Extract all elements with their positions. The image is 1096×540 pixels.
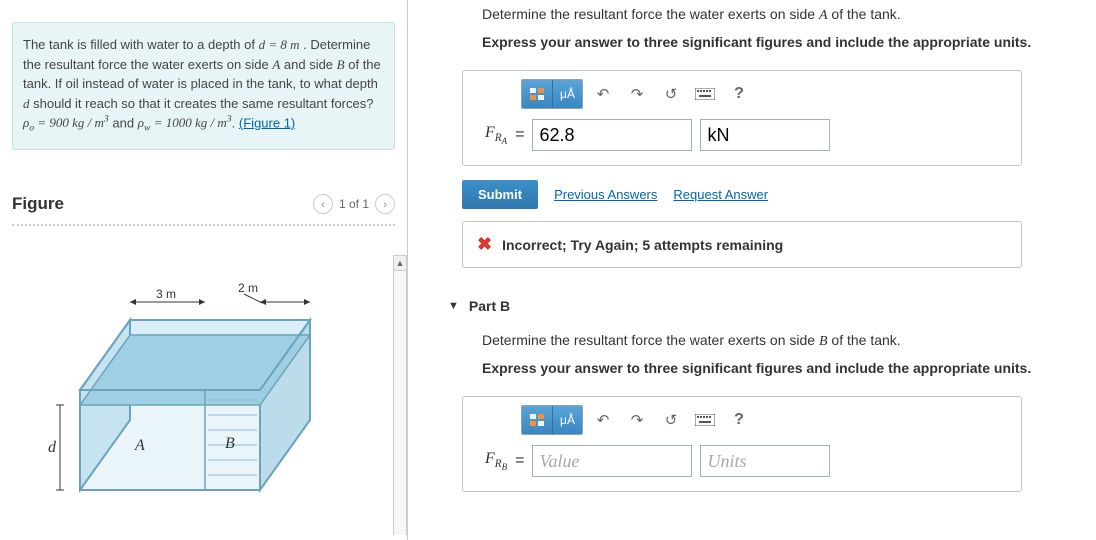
figure-scrollbar[interactable]: ▲ bbox=[393, 255, 407, 535]
problem-text: and side bbox=[284, 57, 337, 72]
templates-icon bbox=[529, 413, 545, 427]
part-a-prompt: Determine the resultant force the water … bbox=[482, 6, 1096, 24]
face-b-label: B bbox=[225, 435, 235, 452]
toolbar-group: μÅ bbox=[521, 79, 583, 109]
answer-toolbar: μÅ ↶ ↷ ↺ ? bbox=[463, 71, 1021, 111]
part-b-value-input[interactable]: Value bbox=[532, 445, 692, 477]
part-a-answer-box: μÅ ↶ ↷ ↺ ? FRA = bbox=[462, 70, 1022, 166]
part-b-instruction: Express your answer to three significant… bbox=[482, 360, 1096, 376]
keyboard-button[interactable] bbox=[691, 406, 719, 434]
problem-text: should it reach so that it creates the s… bbox=[33, 96, 373, 111]
figure-title: Figure bbox=[12, 194, 64, 214]
redo-button[interactable]: ↷ bbox=[623, 406, 651, 434]
part-b-title: Part B bbox=[469, 298, 510, 314]
request-answer-link[interactable]: Request Answer bbox=[673, 187, 768, 202]
submit-button[interactable]: Submit bbox=[462, 180, 538, 209]
reset-button[interactable]: ↺ bbox=[657, 406, 685, 434]
scroll-track[interactable] bbox=[393, 271, 407, 535]
problem-statement: The tank is filled with water to a depth… bbox=[12, 22, 395, 150]
figure-pager: ‹ 1 of 1 › bbox=[313, 194, 395, 214]
undo-button[interactable]: ↶ bbox=[589, 406, 617, 434]
keyboard-icon bbox=[695, 414, 715, 426]
part-a-lhs: FRA bbox=[485, 124, 507, 146]
right-panel: Determine the resultant force the water … bbox=[408, 0, 1096, 540]
previous-answers-link[interactable]: Previous Answers bbox=[554, 187, 657, 202]
scroll-up-icon[interactable]: ▲ bbox=[393, 255, 407, 271]
redo-button[interactable]: ↷ bbox=[623, 80, 651, 108]
keyboard-button[interactable] bbox=[691, 80, 719, 108]
answer-toolbar: μÅ ↶ ↷ ↺ ? bbox=[463, 397, 1021, 437]
part-b-lhs: FRB bbox=[485, 450, 507, 472]
units-symbols-button[interactable]: μÅ bbox=[552, 80, 582, 108]
collapse-caret-icon[interactable]: ▼ bbox=[448, 300, 459, 312]
help-button[interactable]: ? bbox=[725, 80, 753, 108]
toolbar-group: μÅ bbox=[521, 405, 583, 435]
figure-image: d 3 m 2 m A B bbox=[30, 280, 370, 530]
part-b-prompt: Determine the resultant force the water … bbox=[482, 332, 1096, 350]
dim-3m-label: 3 m bbox=[156, 287, 176, 301]
figure-link[interactable]: (Figure 1) bbox=[239, 115, 295, 130]
figure-next-button[interactable]: › bbox=[375, 194, 395, 214]
part-a-units-input[interactable] bbox=[700, 119, 830, 151]
part-b-input-row: FRB = Value Units bbox=[463, 437, 1021, 491]
dim-d-label: d bbox=[48, 439, 57, 456]
dim-2m-label: 2 m bbox=[238, 281, 258, 295]
problem-text: The tank is filled with water to a depth… bbox=[23, 37, 259, 52]
part-b-header: ▼ Part B bbox=[448, 298, 1096, 314]
side-b: B bbox=[337, 57, 345, 72]
equals-sign: = bbox=[515, 126, 524, 144]
part-a-submit-row: Submit Previous Answers Request Answer bbox=[462, 180, 1096, 209]
reset-button[interactable]: ↺ bbox=[657, 80, 685, 108]
side-a: A bbox=[272, 57, 280, 72]
templates-button[interactable] bbox=[522, 406, 552, 434]
part-b-units-input[interactable]: Units bbox=[700, 445, 830, 477]
templates-button[interactable] bbox=[522, 80, 552, 108]
figure-divider bbox=[12, 224, 395, 226]
d-expression: d = 8 m bbox=[259, 37, 300, 52]
d-var: d bbox=[23, 96, 30, 111]
keyboard-icon bbox=[695, 88, 715, 100]
part-a-instruction: Express your answer to three significant… bbox=[482, 34, 1096, 50]
part-b-answer-box: μÅ ↶ ↷ ↺ ? FRB = Value Units bbox=[462, 396, 1022, 492]
feedback-message: Incorrect; Try Again; 5 attempts remaini… bbox=[502, 237, 783, 253]
figure-header: Figure ‹ 1 of 1 › bbox=[12, 194, 395, 214]
units-symbols-button[interactable]: μÅ bbox=[552, 406, 582, 434]
problem-text: and bbox=[112, 115, 137, 130]
incorrect-icon: ✖ bbox=[477, 234, 492, 255]
templates-icon bbox=[529, 87, 545, 101]
left-panel: The tank is filled with water to a depth… bbox=[0, 0, 408, 540]
undo-button[interactable]: ↶ bbox=[589, 80, 617, 108]
part-a-input-row: FRA = bbox=[463, 111, 1021, 165]
figure-prev-button[interactable]: ‹ bbox=[313, 194, 333, 214]
rho-water: ρw = 1000 kg / m3 bbox=[138, 115, 232, 130]
feedback-box: ✖ Incorrect; Try Again; 5 attempts remai… bbox=[462, 221, 1022, 268]
part-a-value-input[interactable] bbox=[532, 119, 692, 151]
face-a-label: A bbox=[134, 437, 145, 454]
figure-pager-label: 1 of 1 bbox=[339, 197, 369, 211]
rho-oil: ρo = 900 kg / m3 bbox=[23, 115, 109, 130]
equals-sign: = bbox=[515, 452, 524, 470]
help-button[interactable]: ? bbox=[725, 406, 753, 434]
